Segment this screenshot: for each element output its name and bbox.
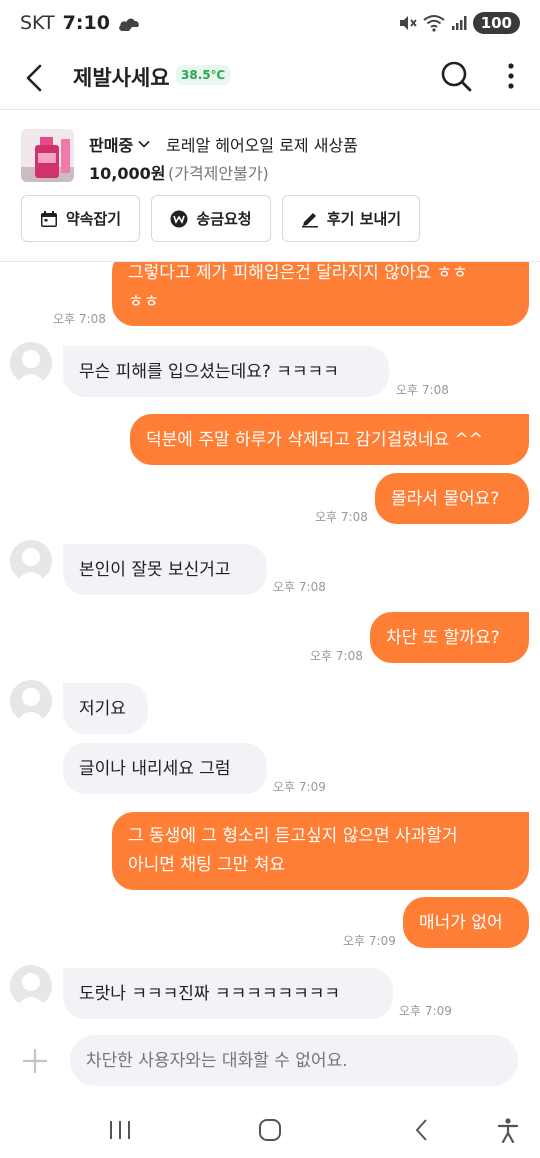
search-button[interactable] bbox=[438, 58, 474, 94]
partner-avatar[interactable] bbox=[10, 342, 52, 384]
system-back-button[interactable] bbox=[402, 1114, 442, 1146]
status-right: 100 bbox=[397, 12, 520, 34]
status-left: SKT 7:10 bbox=[20, 12, 140, 34]
mute-icon bbox=[397, 13, 417, 33]
message-text: 글이나 내리세요 그럼 bbox=[79, 758, 231, 779]
message-text: 그 동생에 그 형소리 듣고싶지 않으면 사과할거 bbox=[128, 826, 458, 846]
sale-status-dropdown[interactable]: 판매중 bbox=[89, 132, 151, 156]
chat-header: 제발사세요 38.5℃ bbox=[0, 48, 540, 110]
payment-request-label: 송금요청 bbox=[196, 210, 252, 228]
message-input-bar bbox=[0, 1022, 540, 1102]
message-bubble-sent[interactable]: 그 동생에 그 형소리 듣고싶지 않으면 사과할거 아니면 채팅 그만 쳐요 bbox=[112, 812, 529, 890]
product-price: 10,000원 bbox=[89, 164, 166, 183]
send-review-label: 후기 보내기 bbox=[326, 210, 402, 228]
status-bar: SKT 7:10 100 bbox=[0, 0, 540, 48]
chat-partner-name[interactable]: 제발사세요 bbox=[73, 62, 170, 92]
message-text: 덕분에 주말 하루가 삭제되고 감기걸렸네요 ^^ bbox=[146, 429, 484, 450]
manner-temperature-badge: 38.5℃ bbox=[176, 65, 231, 85]
more-vertical-icon bbox=[508, 63, 514, 89]
system-nav-bar bbox=[0, 1102, 540, 1158]
message-text: 그렇다고 제가 피해입은건 달라지지 않아요 ㅎㅎ bbox=[128, 263, 468, 283]
message-input[interactable] bbox=[70, 1035, 518, 1086]
avatar-icon bbox=[10, 342, 52, 384]
product-thumbnail[interactable] bbox=[21, 129, 74, 182]
message-time: 오후 7:08 bbox=[315, 510, 368, 524]
battery-indicator: 100 bbox=[472, 12, 520, 34]
more-options-button[interactable] bbox=[497, 58, 525, 94]
home-icon bbox=[259, 1119, 281, 1141]
message-time: 오후 7:08 bbox=[53, 312, 106, 326]
message-bubble-sent[interactable]: 차단 또 할까요? bbox=[370, 612, 529, 663]
avatar-icon bbox=[10, 680, 52, 722]
home-button[interactable] bbox=[250, 1114, 290, 1146]
attach-button[interactable] bbox=[20, 1046, 50, 1076]
product-card: 판매중 로레알 헤어오일 로제 새상품 10,000원 (가격제안불가) 약속잡… bbox=[0, 110, 540, 262]
partner-avatar[interactable] bbox=[10, 965, 52, 1007]
back-arrow-icon bbox=[415, 1119, 427, 1141]
message-bubble-received[interactable]: 글이나 내리세요 그럼 bbox=[63, 743, 267, 794]
chevron-left-icon bbox=[26, 64, 42, 92]
message-time: 오후 7:08 bbox=[396, 383, 449, 397]
wifi-icon bbox=[423, 14, 445, 32]
price-note: (가격제안불가) bbox=[168, 164, 269, 183]
chat-message-list[interactable]: 그렇다고 제가 피해입은건 달라지지 않아요 ㅎㅎ ㅎㅎ 오후 7:08 무슨 … bbox=[0, 262, 540, 1022]
clock: 7:10 bbox=[62, 12, 110, 34]
recent-apps-icon bbox=[110, 1121, 130, 1139]
message-bubble-sent[interactable]: 덕분에 주말 하루가 삭제되고 감기걸렸네요 ^^ bbox=[130, 414, 529, 465]
appointment-button[interactable]: 약속잡기 bbox=[21, 195, 140, 242]
plus-icon bbox=[23, 1049, 47, 1073]
message-bubble-received[interactable]: 저기요 bbox=[63, 683, 148, 734]
message-text: 차단 또 할까요? bbox=[386, 627, 500, 648]
message-time: 오후 7:09 bbox=[399, 1004, 452, 1018]
calendar-icon bbox=[40, 210, 57, 227]
message-time: 오후 7:08 bbox=[273, 580, 326, 594]
message-text: 아니면 채팅 그만 쳐요 bbox=[128, 855, 285, 875]
won-icon bbox=[170, 210, 188, 227]
accessibility-icon bbox=[497, 1118, 519, 1143]
message-text: ㅎㅎ bbox=[128, 292, 160, 312]
product-title[interactable]: 로레알 헤어오일 로제 새상품 bbox=[166, 132, 358, 156]
message-text: 무슨 피해를 입으셨는데요? ㅋㅋㅋㅋ bbox=[79, 361, 339, 382]
partner-avatar[interactable] bbox=[10, 680, 52, 722]
message-bubble-received[interactable]: 본인이 잘못 보신거고 bbox=[63, 544, 267, 595]
message-text: 본인이 잘못 보신거고 bbox=[79, 559, 231, 580]
message-time: 오후 7:09 bbox=[343, 934, 396, 948]
sale-status-label: 판매중 bbox=[89, 136, 134, 155]
message-bubble-received[interactable]: 도랏나 ㅋㅋㅋ진짜 ㅋㅋㅋㅋㅋㅋㅋㅋ bbox=[63, 968, 393, 1019]
message-bubble-sent[interactable]: 몰라서 물어요? bbox=[375, 473, 529, 524]
message-bubble-sent[interactable]: 매너가 없어 bbox=[403, 897, 529, 948]
cloud-icon bbox=[118, 15, 140, 31]
avatar-icon bbox=[10, 965, 52, 1007]
message-text: 몰라서 물어요? bbox=[391, 488, 500, 509]
message-text: 도랏나 ㅋㅋㅋ진짜 ㅋㅋㅋㅋㅋㅋㅋㅋ bbox=[79, 983, 341, 1004]
carrier-label: SKT bbox=[20, 12, 55, 34]
accessibility-button[interactable] bbox=[488, 1114, 528, 1146]
chevron-down-icon bbox=[138, 140, 150, 148]
payment-request-button[interactable]: 송금요청 bbox=[151, 195, 271, 242]
message-text: 매너가 없어 bbox=[419, 912, 503, 933]
signal-icon bbox=[451, 15, 467, 31]
message-text: 저기요 bbox=[79, 698, 126, 719]
avatar-icon bbox=[10, 540, 52, 582]
search-icon bbox=[441, 61, 472, 92]
recent-apps-button[interactable] bbox=[100, 1114, 140, 1146]
message-time: 오후 7:09 bbox=[273, 780, 326, 794]
pencil-icon bbox=[301, 212, 318, 227]
partner-avatar[interactable] bbox=[10, 540, 52, 582]
back-button[interactable] bbox=[18, 60, 54, 96]
message-bubble-sent[interactable]: 그렇다고 제가 피해입은건 달라지지 않아요 ㅎㅎ ㅎㅎ bbox=[112, 262, 529, 326]
send-review-button[interactable]: 후기 보내기 bbox=[282, 195, 420, 242]
message-time: 오후 7:08 bbox=[310, 649, 363, 663]
message-bubble-received[interactable]: 무슨 피해를 입으셨는데요? ㅋㅋㅋㅋ bbox=[63, 346, 389, 397]
appointment-label: 약속잡기 bbox=[65, 210, 122, 228]
product-image-icon bbox=[21, 129, 74, 182]
